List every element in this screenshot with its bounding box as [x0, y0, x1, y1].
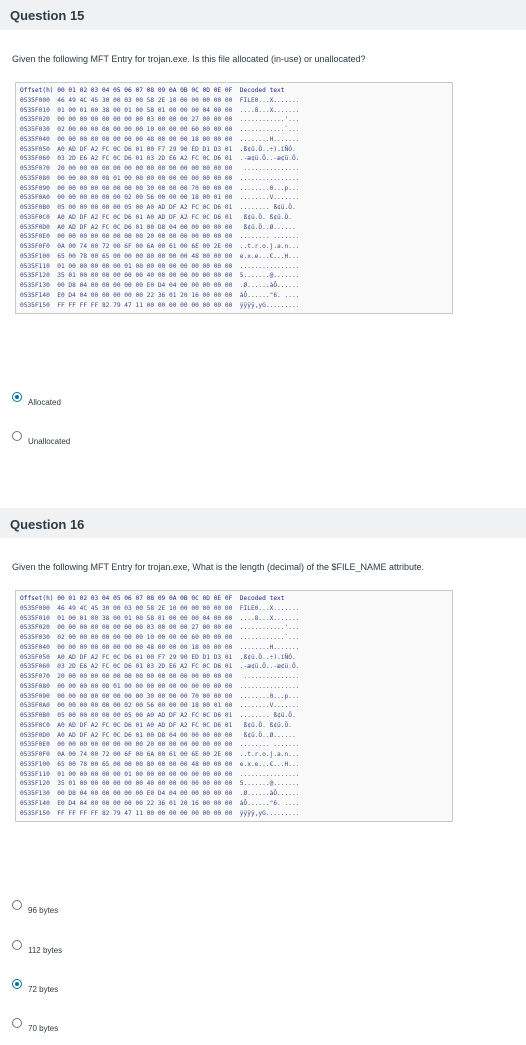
hex-row: 0535F150 FF FF FF FF 82 79 47 11 00 00 0…	[20, 301, 300, 309]
question-15-header: Question 15	[0, 0, 526, 30]
hex-rows: 0535F000 46 49 4C 45 30 00 03 00 58 2E 1…	[20, 605, 299, 817]
hex-row: 0535F030 02 00 00 00 00 00 00 00 10 00 0…	[20, 126, 300, 133]
hex-row: 0535F070 20 00 00 00 00 00 00 00 00 00 0…	[20, 165, 300, 172]
radio-72-bytes[interactable]	[12, 979, 22, 989]
hex-row: 0535F030 02 00 00 00 00 00 00 00 10 00 0…	[20, 634, 300, 641]
option-label: 70 bytes	[28, 1024, 59, 1033]
hex-header: Offset(h) 00 01 02 03 04 05 06 07 08 09 …	[20, 87, 285, 94]
question-15-hex-dump: Offset(h) 00 01 02 03 04 05 06 07 08 09 …	[15, 82, 453, 315]
hex-row: 0535F0B0 05 00 00 00 00 00 05 00 A0 AD D…	[20, 712, 296, 719]
question-15-title: Question 15	[10, 8, 85, 23]
hex-row: 0535F090 00 00 00 00 00 00 00 00 30 00 0…	[20, 692, 300, 700]
question-16-header: Question 16	[0, 508, 526, 538]
hex-row: 0535F130 00 D8 04 00 00 00 00 00 E0 D4 0…	[20, 282, 300, 289]
option-label: 72 bytes	[28, 985, 59, 994]
hex-row: 0535F120 35 01 00 00 00 00 00 00 40 00 0…	[20, 780, 300, 788]
hex-row: 0535F050 A0 AD DF A2 FC 0C D6 01 00 F7 2…	[20, 145, 296, 153]
hex-row: 0535F050 A0 AD DF A2 FC 0C D6 01 00 F7 2…	[20, 653, 296, 661]
radio-112-bytes[interactable]	[12, 940, 22, 950]
hex-row: 0535F140 E0 D4 04 00 00 00 00 00 22 36 0…	[20, 799, 300, 807]
hex-row: 0535F060 03 2D E6 A2 FC 0C D6 01 03 2D E…	[20, 155, 300, 163]
hex-row: 0535F0E0 00 00 00 00 00 00 00 00 20 00 0…	[20, 233, 300, 241]
option-label: 96 bytes	[28, 906, 59, 915]
hex-row: 0535F100 65 00 78 00 65 00 00 00 80 00 0…	[20, 252, 300, 260]
hex-row: 0535F0A0 00 00 00 00 00 00 02 00 56 00 0…	[20, 702, 300, 710]
option-label: Allocated	[28, 398, 61, 407]
hex-row: 0535F0F0 0A 00 74 00 72 00 6F 00 6A 00 6…	[20, 751, 300, 758]
radio-unallocated[interactable]	[12, 431, 22, 441]
hex-row: 0535F010 01 00 01 00 38 00 01 00 58 01 0…	[20, 614, 300, 622]
question-15-prompt: Given the following MFT Entry for trojan…	[12, 54, 366, 64]
hex-row: 0535F0A0 00 00 00 00 00 00 02 00 56 00 0…	[20, 194, 300, 202]
hex-row: 0535F150 FF FF FF FF 82 79 47 11 00 00 0…	[20, 809, 300, 817]
hex-row: 0535F0C0 A0 AD DF A2 FC 0C D6 01 A0 AD D…	[20, 721, 292, 729]
hex-row: 0535F080 00 00 00 00 08 01 00 00 00 00 0…	[20, 682, 300, 690]
hex-row: 0535F020 00 00 00 00 00 00 00 00 03 00 0…	[20, 624, 300, 632]
hex-row: 0535F000 46 49 4C 45 30 00 03 00 58 2E 1…	[20, 604, 300, 612]
option-label: 112 bytes	[28, 946, 63, 955]
hex-row: 0535F0D0 A0 AD DF A2 FC 0C D6 01 00 D8 0…	[20, 223, 296, 231]
question-16-hex-dump: Offset(h) 00 01 02 03 04 05 06 07 08 09 …	[15, 590, 453, 823]
radio-96-bytes[interactable]	[12, 900, 22, 910]
hex-row: 0535F040 00 00 00 00 00 00 00 00 48 00 0…	[20, 643, 300, 651]
hex-row: 0535F120 35 01 00 00 00 00 00 00 40 00 0…	[20, 272, 300, 280]
hex-row: 0535F0C0 A0 AD DF A2 FC 0C D6 01 A0 AD D…	[20, 213, 292, 221]
hex-row: 0535F0B0 05 00 00 00 00 00 05 00 A0 AD D…	[20, 204, 296, 211]
hex-row: 0535F040 00 00 00 00 00 00 00 00 48 00 0…	[20, 135, 300, 143]
question-16-prompt: Given the following MFT Entry for trojan…	[12, 562, 425, 572]
hex-row: 0535F020 00 00 00 00 00 00 00 00 03 00 0…	[20, 116, 300, 124]
option-label: Unallocated	[28, 437, 71, 446]
hex-row: 0535F0D0 A0 AD DF A2 FC 0C D6 01 00 D8 0…	[20, 731, 296, 739]
hex-row: 0535F110 01 00 00 00 00 00 01 00 00 00 0…	[20, 262, 300, 270]
hex-row: 0535F070 20 00 00 00 00 00 00 00 00 00 0…	[20, 673, 300, 680]
hex-row: 0535F0F0 0A 00 74 00 72 00 6F 00 6A 00 6…	[20, 243, 300, 250]
hex-header: Offset(h) 00 01 02 03 04 05 06 07 08 09 …	[20, 595, 285, 602]
hex-row: 0535F060 03 2D E6 A2 FC 0C D6 01 03 2D E…	[20, 663, 300, 671]
hex-row: 0535F090 00 00 00 00 00 00 00 00 30 00 0…	[20, 184, 300, 192]
hex-row: 0535F010 01 00 01 00 38 00 01 00 58 01 0…	[20, 106, 300, 114]
hex-row: 0535F110 01 00 00 00 00 00 01 00 00 00 0…	[20, 770, 300, 778]
hex-row: 0535F000 46 49 4C 45 30 00 03 00 58 2E 1…	[20, 96, 300, 104]
hex-row: 0535F100 65 00 78 00 65 00 00 00 80 00 0…	[20, 760, 300, 768]
hex-rows: 0535F000 46 49 4C 45 30 00 03 00 58 2E 1…	[20, 97, 299, 309]
hex-row: 0535F140 E0 D4 04 00 00 00 00 00 22 36 0…	[20, 291, 300, 299]
hex-row: 0535F080 00 00 00 00 08 01 00 00 00 00 0…	[20, 174, 300, 182]
radio-allocated[interactable]	[12, 392, 22, 402]
radio-70-bytes[interactable]	[12, 1018, 22, 1028]
hex-row: 0535F130 00 D8 04 00 00 00 00 00 E0 D4 0…	[20, 790, 300, 797]
question-16-title: Question 16	[10, 517, 85, 532]
hex-row: 0535F0E0 00 00 00 00 00 00 00 00 20 00 0…	[20, 741, 300, 749]
